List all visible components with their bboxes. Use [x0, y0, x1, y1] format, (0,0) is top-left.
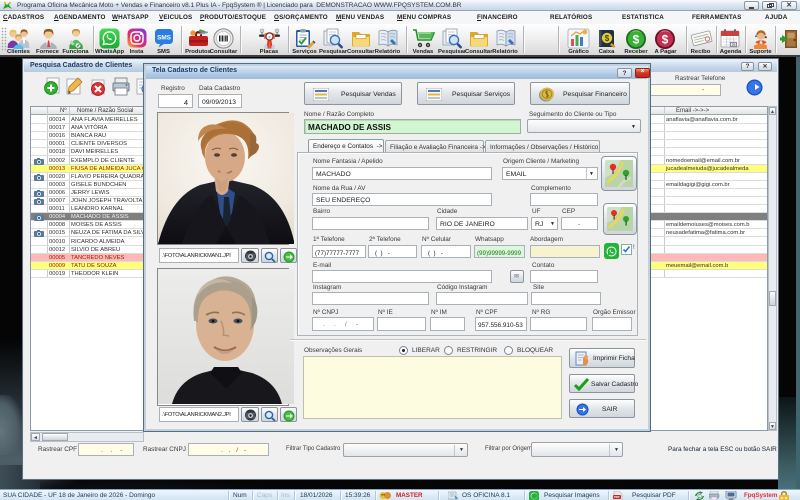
- svg-text:$: $: [662, 33, 669, 47]
- svg-text:$: $: [633, 33, 640, 47]
- svg-text:SMS: SMS: [157, 35, 172, 42]
- svg-text:PDF: PDF: [614, 495, 620, 499]
- svg-text:29: 29: [732, 43, 736, 47]
- svg-text:$: $: [605, 34, 610, 43]
